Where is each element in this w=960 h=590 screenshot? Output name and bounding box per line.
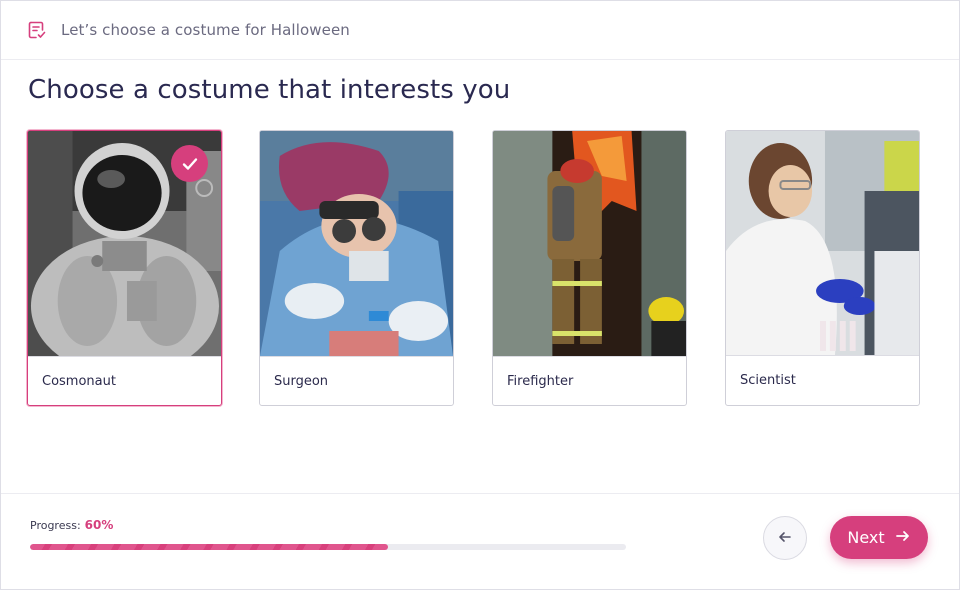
option-label: Scientist — [740, 373, 796, 388]
question-heading: Choose a costume that interests you — [28, 75, 511, 105]
next-button[interactable]: Next — [830, 516, 928, 559]
footer: Progress: 60% Next — [1, 493, 959, 589]
back-button[interactable] — [763, 516, 807, 560]
surgeon-photo — [260, 131, 453, 356]
progress-fill — [30, 544, 388, 550]
scientist-photo — [726, 131, 919, 356]
top-bar: Let’s choose a costume for Halloween — [1, 1, 959, 60]
arrow-left-icon — [777, 529, 793, 548]
option-label-row: Cosmonaut — [28, 356, 221, 405]
option-label: Cosmonaut — [42, 374, 116, 389]
option-label-row: Firefighter — [493, 356, 686, 405]
option-label-row: Scientist — [726, 355, 919, 405]
arrow-right-icon — [895, 528, 911, 548]
option-card-surgeon[interactable]: Surgeon — [259, 130, 454, 406]
option-label: Firefighter — [507, 374, 574, 389]
option-label-row: Surgeon — [260, 356, 453, 405]
progress-value: 60% — [84, 518, 114, 532]
progress-text: Progress: 60% — [30, 518, 113, 532]
next-button-label: Next — [847, 528, 885, 547]
survey-title: Let’s choose a costume for Halloween — [61, 21, 350, 39]
option-card-scientist[interactable]: Scientist — [725, 130, 920, 406]
option-label: Surgeon — [274, 374, 329, 389]
progress-label: Progress: — [30, 519, 81, 532]
option-card-firefighter[interactable]: Firefighter — [492, 130, 687, 406]
survey-checklist-icon — [27, 20, 47, 40]
survey-window: Let’s choose a costume for Halloween Cho… — [0, 0, 960, 590]
firefighter-photo — [493, 131, 686, 356]
costume-options: Cosmonaut Surgeon Firefighter Scientist — [27, 130, 927, 410]
option-card-cosmonaut[interactable]: Cosmonaut — [27, 130, 222, 406]
selected-check-icon — [171, 145, 208, 182]
progress-bar — [30, 544, 626, 550]
